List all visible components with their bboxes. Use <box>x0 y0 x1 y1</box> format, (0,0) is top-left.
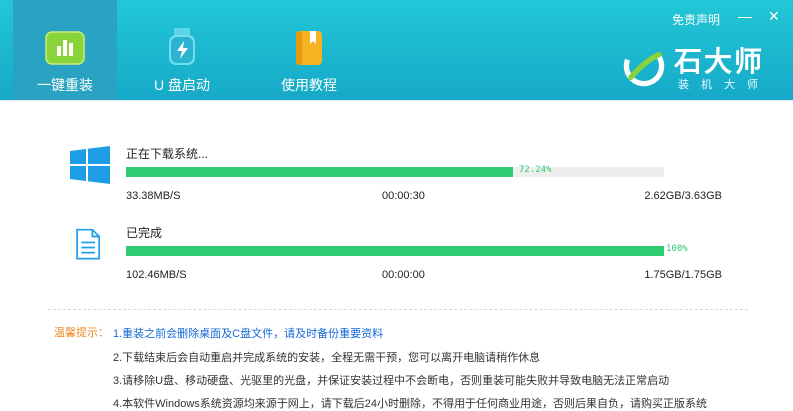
brand-name: 石大师 <box>674 46 765 77</box>
progress-fill <box>126 167 513 177</box>
book-icon <box>296 31 322 65</box>
progress-fill <box>126 246 664 256</box>
download-speed: 102.46MB/S <box>126 269 187 281</box>
progress-bar <box>126 246 664 256</box>
tab-one-click-reinstall[interactable]: 一键重装 <box>13 0 117 100</box>
tab-one-click-reinstall-label: 一键重装 <box>37 77 93 93</box>
completed-task: 已完成 100% 102.46MB/S 00:00:00 1.75GB/1.75… <box>0 224 793 294</box>
progress-percent: 72.24% <box>519 165 552 175</box>
section-divider <box>48 309 748 310</box>
tip-item: 4.本软件Windows系统资源均来源于网上，请下载后24小时删除，不得用于任何… <box>113 398 708 410</box>
minimize-button[interactable]: — <box>738 8 752 24</box>
progress-bar <box>126 167 664 177</box>
brand-logo-icon <box>623 45 665 87</box>
header-divider <box>0 100 793 101</box>
windows-icon <box>70 146 110 184</box>
tab-tutorial-label: 使用教程 <box>281 77 337 93</box>
elapsed-time: 00:00:00 <box>382 269 425 281</box>
progress-percent: 100% <box>666 244 688 254</box>
tab-usb-boot[interactable]: U 盘启动 <box>130 0 234 100</box>
download-size: 2.62GB/3.63GB <box>644 190 722 202</box>
app-header: 一键重装 U 盘启动 使用教程 免责声明 — ✕ 石大师 装机大师 <box>0 0 793 100</box>
task-title: 已完成 <box>126 226 163 240</box>
chart-bars-icon <box>45 31 85 65</box>
brand-logo: 石大师 装机大师 <box>620 40 780 100</box>
task-title: 正在下载系统... <box>126 147 209 161</box>
document-icon <box>76 228 101 260</box>
download-size: 1.75GB/1.75GB <box>644 269 722 281</box>
tab-tutorial[interactable]: 使用教程 <box>257 0 361 100</box>
tab-usb-boot-label: U 盘启动 <box>154 77 210 93</box>
elapsed-time: 00:00:30 <box>382 190 425 202</box>
disclaimer-link[interactable]: 免责声明 <box>672 11 720 28</box>
download-speed: 33.38MB/S <box>126 190 181 202</box>
tips-label: 温馨提示： <box>54 327 109 339</box>
close-button[interactable]: ✕ <box>768 8 780 24</box>
tip-item: 1.重装之前会删除桌面及C盘文件，请及时备份重要资料 <box>113 328 384 340</box>
tip-item: 3.请移除U盘、移动硬盘、光驱里的光盘，并保证安装过程中不会断电，否则重装可能失… <box>113 375 670 387</box>
tip-item: 2.下载结束后会自动重启并完成系统的安装，全程无需干预，您可以离开电脑请稍作休息 <box>113 352 541 364</box>
usb-lightning-icon <box>169 28 195 65</box>
brand-subtitle: 装机大师 <box>678 79 770 91</box>
download-task: 正在下载系统... 72.24% 33.38MB/S 00:00:30 2.62… <box>0 145 793 215</box>
